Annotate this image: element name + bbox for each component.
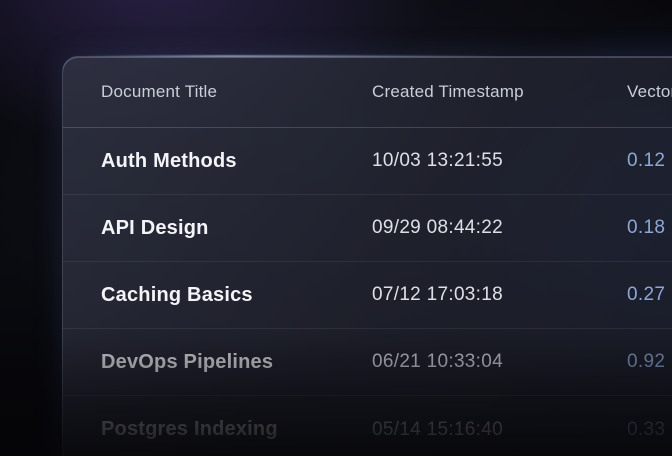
table-row[interactable]: Caching Basics 07/12 17:03:18 0.27 [63, 262, 672, 329]
created-timestamp-cell: 10/03 13:21:55 [372, 150, 627, 172]
table-header-row: Document Title Created Timestamp Vector … [63, 57, 672, 128]
created-timestamp-cell: 06/21 10:33:04 [372, 351, 627, 373]
column-header-created-timestamp: Created Timestamp [372, 82, 627, 102]
document-title-cell: Auth Methods [101, 150, 372, 173]
table-row[interactable]: Postgres Indexing 05/14 15:16:40 0.33 [63, 396, 672, 456]
vector-distance-cell: 0.27 [627, 284, 672, 306]
vector-distance-cell: 0.18 [627, 217, 672, 239]
vector-distance-cell: 0.92 [627, 351, 672, 373]
documents-table-panel: Document Title Created Timestamp Vector … [62, 56, 672, 456]
table-row[interactable]: DevOps Pipelines 06/21 10:33:04 0.92 [63, 329, 672, 396]
document-title-cell: API Design [101, 217, 372, 240]
column-header-vector-distance: Vector Distance [627, 82, 672, 102]
vector-distance-cell: 0.33 [627, 419, 672, 441]
vector-distance-cell: 0.12 [627, 150, 672, 172]
document-title-cell: DevOps Pipelines [101, 351, 372, 374]
column-header-document-title: Document Title [101, 82, 372, 102]
table-row[interactable]: Auth Methods 10/03 13:21:55 0.12 [63, 128, 672, 195]
document-title-cell: Postgres Indexing [101, 418, 372, 441]
document-title-cell: Caching Basics [101, 284, 372, 307]
app-background: Document Title Created Timestamp Vector … [0, 0, 672, 456]
created-timestamp-cell: 09/29 08:44:22 [372, 217, 627, 239]
created-timestamp-cell: 05/14 15:16:40 [372, 419, 627, 441]
created-timestamp-cell: 07/12 17:03:18 [372, 284, 627, 306]
table-row[interactable]: API Design 09/29 08:44:22 0.18 [63, 195, 672, 262]
